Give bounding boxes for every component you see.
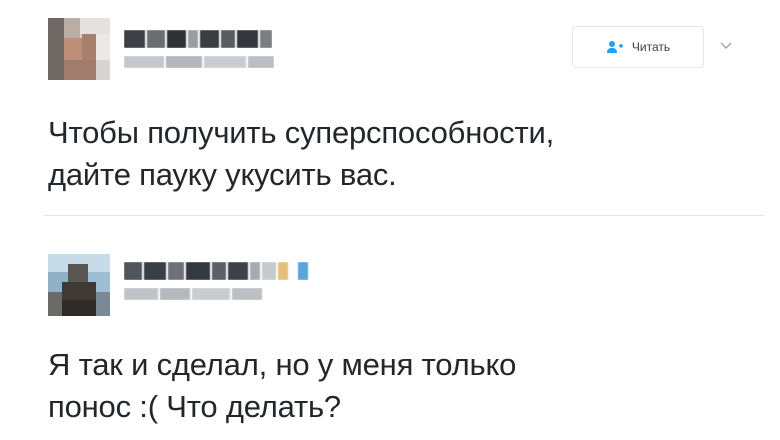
follow-button[interactable]: Читать <box>572 26 704 68</box>
avatar[interactable] <box>48 18 110 80</box>
tweet-text: Чтобы получить суперспособности, дайте п… <box>48 112 748 196</box>
blurred-author-handle <box>124 56 274 68</box>
chevron-down-icon[interactable] <box>718 38 734 54</box>
tweet-text: Я так и сделал, но у меня только понос :… <box>48 344 748 428</box>
divider <box>44 215 764 216</box>
avatar[interactable] <box>48 254 110 316</box>
person-plus-icon <box>606 40 624 54</box>
tweet-text-line: Чтобы получить суперспособности, <box>48 115 554 150</box>
blurred-author-handle <box>124 288 284 300</box>
blurred-author-name[interactable] <box>124 30 272 48</box>
tweet-text-line: дайте пауку укусить вас. <box>48 157 397 192</box>
blurred-author-name[interactable] <box>124 262 334 280</box>
follow-button-label: Читать <box>631 40 671 54</box>
tweet-text-line: Я так и сделал, но у меня только <box>48 347 517 382</box>
tweet-text-line: понос :( Что делать? <box>48 389 341 424</box>
tweet-1: Читать Чтобы получить суперспособности, … <box>0 0 780 215</box>
